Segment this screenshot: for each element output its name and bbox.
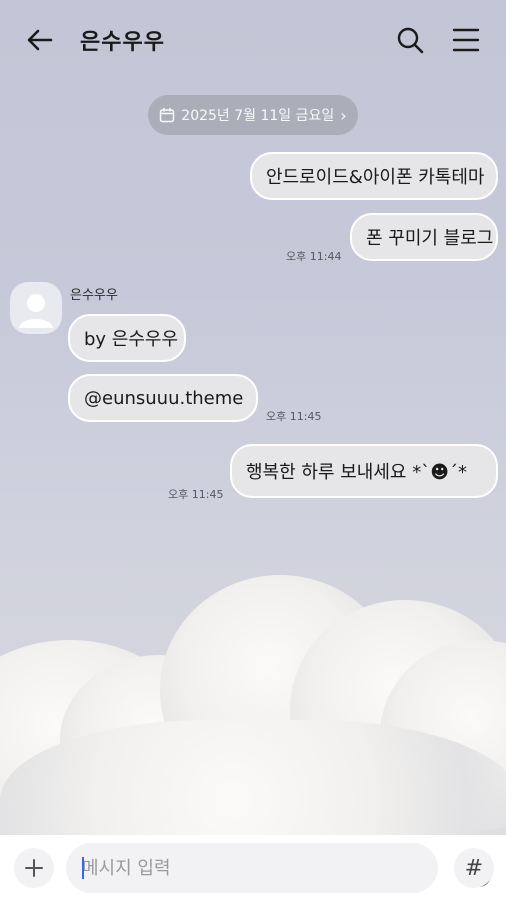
chevron-right-icon: › — [340, 105, 347, 125]
message-field[interactable] — [66, 843, 491, 893]
text-caret — [82, 857, 84, 879]
message-input[interactable] — [82, 843, 382, 893]
message-text: @eunsuuu.theme — [84, 387, 244, 409]
menu-button[interactable] — [448, 22, 484, 58]
message-text: 행복한 하루 보내세요 *ˋ☻ˊ* — [246, 462, 467, 483]
message-text: 폰 꾸미기 블로그 — [366, 228, 494, 249]
message-timestamp: 오후 11:45 — [266, 410, 322, 423]
received-message-bubble[interactable]: @eunsuuu.theme — [68, 374, 258, 422]
hash-label: # — [464, 855, 484, 881]
plus-icon — [25, 859, 43, 877]
sent-message-bubble[interactable]: 폰 꾸미기 블로그 — [350, 213, 498, 261]
attach-button[interactable] — [14, 848, 54, 888]
message-text: 안드로이드&아이폰 카톡테마 — [266, 167, 485, 188]
chat-title: 은수우우 — [80, 30, 165, 55]
default-profile-icon — [19, 294, 53, 328]
sent-message-bubble[interactable]: 안드로이드&아이폰 카톡테마 — [250, 152, 498, 200]
message-timestamp: 오후 11:45 — [168, 488, 224, 501]
sent-message-bubble[interactable]: 행복한 하루 보내세요 *ˋ☻ˊ* — [230, 444, 498, 498]
search-button[interactable] — [392, 22, 428, 58]
message-timestamp: 오후 11:44 — [286, 250, 342, 263]
date-label: 2025년 7월 11일 금요일 — [181, 108, 335, 124]
chat-header: 은수우우 — [0, 0, 506, 80]
sender-name: 은수우우 — [70, 288, 118, 303]
message-composer: # — [0, 835, 506, 900]
date-divider-chip[interactable]: 2025년 7월 11일 금요일 › — [148, 95, 358, 135]
avatar[interactable] — [10, 282, 62, 334]
message-text: by 은수우우 — [84, 329, 179, 350]
received-message-bubble[interactable]: by 은수우우 — [68, 314, 186, 362]
arrow-left-icon — [27, 29, 53, 51]
hamburger-menu-icon — [452, 28, 480, 52]
hashtag-button[interactable]: # — [454, 848, 494, 888]
calendar-icon — [160, 107, 175, 123]
search-icon — [397, 27, 424, 54]
back-button[interactable] — [22, 22, 58, 58]
